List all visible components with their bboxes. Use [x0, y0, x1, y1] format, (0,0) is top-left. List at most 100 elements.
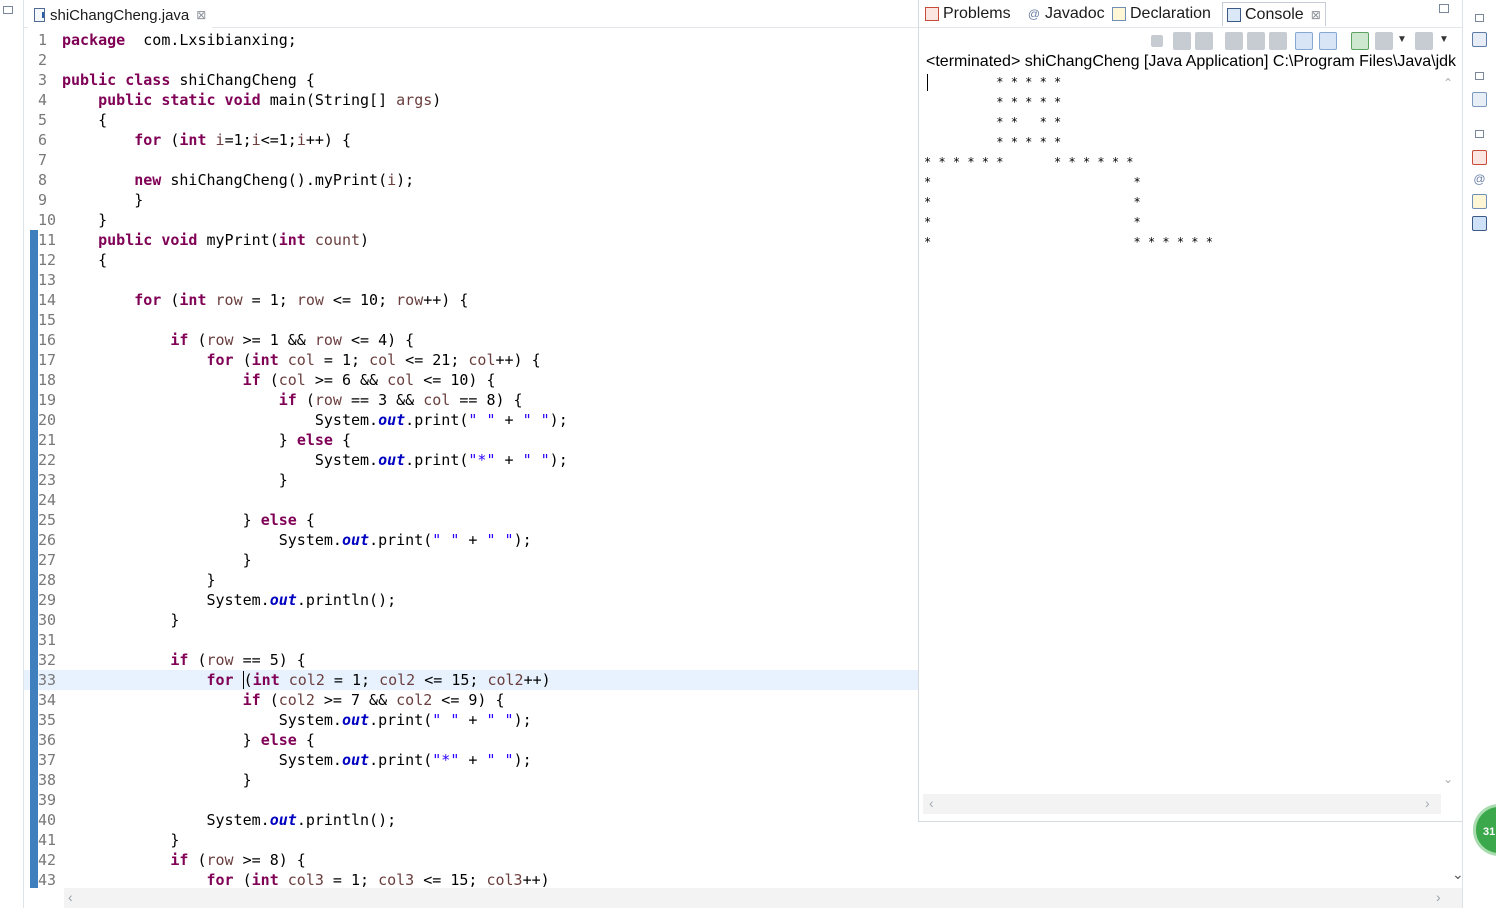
- editor-horizontal-scrollbar[interactable]: ‹ ›: [64, 888, 1464, 908]
- outline-doc-icon[interactable]: [1472, 32, 1487, 47]
- code-text[interactable]: System.out.print(" " + " ");: [62, 410, 568, 430]
- remove-all-terminated-icon[interactable]: [1195, 32, 1213, 50]
- minimize-view-icon[interactable]: [1439, 4, 1449, 13]
- code-text[interactable]: System.out.print(" " + " ");: [62, 530, 532, 550]
- code-text[interactable]: System.out.println();: [62, 590, 396, 610]
- hierarchy-icon[interactable]: [1472, 92, 1487, 107]
- code-text[interactable]: public class shiChangCheng {: [62, 70, 315, 90]
- close-icon[interactable]: ⊠: [1311, 8, 1321, 22]
- code-text[interactable]: } else {: [62, 510, 315, 530]
- tab-declaration[interactable]: Declaration: [1112, 2, 1211, 26]
- problems-icon[interactable]: [1472, 150, 1487, 165]
- code-text[interactable]: for (int col2 = 1; col2 <= 15; col2++): [62, 670, 551, 690]
- code-line[interactable]: 19 if (row == 3 && col == 8) {: [24, 390, 918, 410]
- code-line[interactable]: 1 package com.Lxsibianxing;: [24, 30, 918, 50]
- javadoc-icon[interactable]: @: [1472, 172, 1487, 187]
- tab-console[interactable]: Console ⊠: [1222, 2, 1326, 26]
- code-line[interactable]: 42 if (row >= 8) {: [24, 850, 918, 870]
- code-line[interactable]: 31: [24, 630, 918, 650]
- code-line[interactable]: 20 System.out.print(" " + " ");: [24, 410, 918, 430]
- code-text[interactable]: if (row == 5) {: [62, 650, 305, 670]
- code-line[interactable]: 21 } else {: [24, 430, 918, 450]
- code-text[interactable]: {: [62, 250, 107, 270]
- close-icon[interactable]: ⊠: [196, 8, 206, 22]
- open-console-icon[interactable]: [1415, 32, 1433, 50]
- code-text[interactable]: if (row >= 8) {: [62, 850, 305, 870]
- code-line[interactable]: 41 }: [24, 830, 918, 850]
- code-text[interactable]: System.out.println();: [62, 810, 396, 830]
- word-wrap-icon[interactable]: [1269, 32, 1287, 50]
- code-text[interactable]: System.out.print(" " + " ");: [62, 710, 532, 730]
- code-line[interactable]: 17 for (int col = 1; col <= 21; col++) {: [24, 350, 918, 370]
- code-line[interactable]: 32 if (row == 5) {: [24, 650, 918, 670]
- code-text[interactable]: {: [62, 110, 107, 130]
- scroll-right-icon[interactable]: ›: [1425, 795, 1430, 811]
- code-line[interactable]: 33 for (int col2 = 1; col2 <= 15; col2++…: [24, 670, 918, 690]
- show-on-stdout-icon[interactable]: [1295, 32, 1313, 50]
- code-line[interactable]: 27 }: [24, 550, 918, 570]
- code-line[interactable]: 26 System.out.print(" " + " ");: [24, 530, 918, 550]
- remove-launch-icon[interactable]: [1173, 32, 1191, 50]
- code-area[interactable]: 1 package com.Lxsibianxing; 2 3 public class…: [24, 30, 918, 888]
- code-text[interactable]: public static void main(String[] args): [62, 90, 441, 110]
- code-line[interactable]: 8 new shiChangCheng().myPrint(i);: [24, 170, 918, 190]
- code-text[interactable]: }: [62, 470, 288, 490]
- code-text[interactable]: }: [62, 570, 215, 590]
- code-text[interactable]: }: [62, 830, 179, 850]
- scroll-left-icon[interactable]: ‹: [929, 795, 934, 811]
- code-line[interactable]: 3 public class shiChangCheng {: [24, 70, 918, 90]
- code-line[interactable]: 30 }: [24, 610, 918, 630]
- code-text[interactable]: System.out.print("*" + " ");: [62, 450, 568, 470]
- code-text[interactable]: public void myPrint(int count): [62, 230, 369, 250]
- code-line[interactable]: 43 for (int col3 = 1; col3 <= 15; col3++…: [24, 870, 918, 888]
- code-line[interactable]: 4 public static void main(String[] args): [24, 90, 918, 110]
- code-line[interactable]: 15: [24, 310, 918, 330]
- code-line[interactable]: 25 } else {: [24, 510, 918, 530]
- tab-problems[interactable]: Problems: [925, 2, 1011, 26]
- code-line[interactable]: 40 System.out.println();: [24, 810, 918, 830]
- scroll-down-icon[interactable]: ⌄: [1443, 772, 1453, 786]
- code-line[interactable]: 2: [24, 50, 918, 70]
- code-text[interactable]: System.out.print("*" + " ");: [62, 750, 532, 770]
- code-text[interactable]: }: [62, 210, 107, 230]
- view-menu-icon[interactable]: ▼: [1439, 34, 1449, 45]
- restore-icon[interactable]: [1475, 14, 1484, 22]
- code-line[interactable]: 36 } else {: [24, 730, 918, 750]
- display-selected-console-icon[interactable]: [1375, 32, 1393, 50]
- code-text[interactable]: }: [62, 190, 143, 210]
- code-line[interactable]: 24: [24, 490, 918, 510]
- code-line[interactable]: 22 System.out.print("*" + " ");: [24, 450, 918, 470]
- code-text[interactable]: }: [62, 610, 179, 630]
- restore-icon[interactable]: [1475, 130, 1484, 138]
- code-line[interactable]: 12 {: [24, 250, 918, 270]
- code-line[interactable]: 28 }: [24, 570, 918, 590]
- scroll-right-icon[interactable]: ›: [1436, 889, 1441, 905]
- code-line[interactable]: 7: [24, 150, 918, 170]
- code-text[interactable]: for (int col3 = 1; col3 <= 15; col3++): [62, 870, 550, 888]
- clear-console-icon[interactable]: [1225, 32, 1243, 50]
- scroll-up-icon[interactable]: ⌃: [1443, 76, 1453, 90]
- show-on-stderr-icon[interactable]: [1319, 32, 1337, 50]
- console-horizontal-scrollbar[interactable]: ‹ ›: [923, 794, 1441, 814]
- code-line[interactable]: 38 }: [24, 770, 918, 790]
- code-line[interactable]: 37 System.out.print("*" + " ");: [24, 750, 918, 770]
- code-line[interactable]: 9 }: [24, 190, 918, 210]
- code-line[interactable]: 18 if (col >= 6 && col <= 10) {: [24, 370, 918, 390]
- code-text[interactable]: if (col2 >= 7 && col2 <= 9) {: [62, 690, 505, 710]
- code-line[interactable]: 11 public void myPrint(int count): [24, 230, 918, 250]
- code-line[interactable]: 5 {: [24, 110, 918, 130]
- code-text[interactable]: for (int i=1;i<=1;i++) {: [62, 130, 351, 150]
- code-line[interactable]: 6 for (int i=1;i<=1;i++) {: [24, 130, 918, 150]
- code-line[interactable]: 23 }: [24, 470, 918, 490]
- console-output[interactable]: * * * * * * * * * * * * * * * * * * * * *…: [924, 72, 1439, 772]
- declaration-icon[interactable]: [1472, 194, 1487, 209]
- console-icon[interactable]: [1472, 216, 1487, 231]
- terminate-icon[interactable]: [1151, 35, 1163, 47]
- code-line[interactable]: 39: [24, 790, 918, 810]
- code-line[interactable]: 10 }: [24, 210, 918, 230]
- pin-console-icon[interactable]: [1351, 32, 1369, 50]
- console-vertical-scrollbar[interactable]: ⌃ ⌄: [1440, 72, 1458, 796]
- code-line[interactable]: 34 if (col2 >= 7 && col2 <= 9) {: [24, 690, 918, 710]
- scroll-lock-icon[interactable]: [1247, 32, 1265, 50]
- restore-icon[interactable]: [3, 6, 13, 14]
